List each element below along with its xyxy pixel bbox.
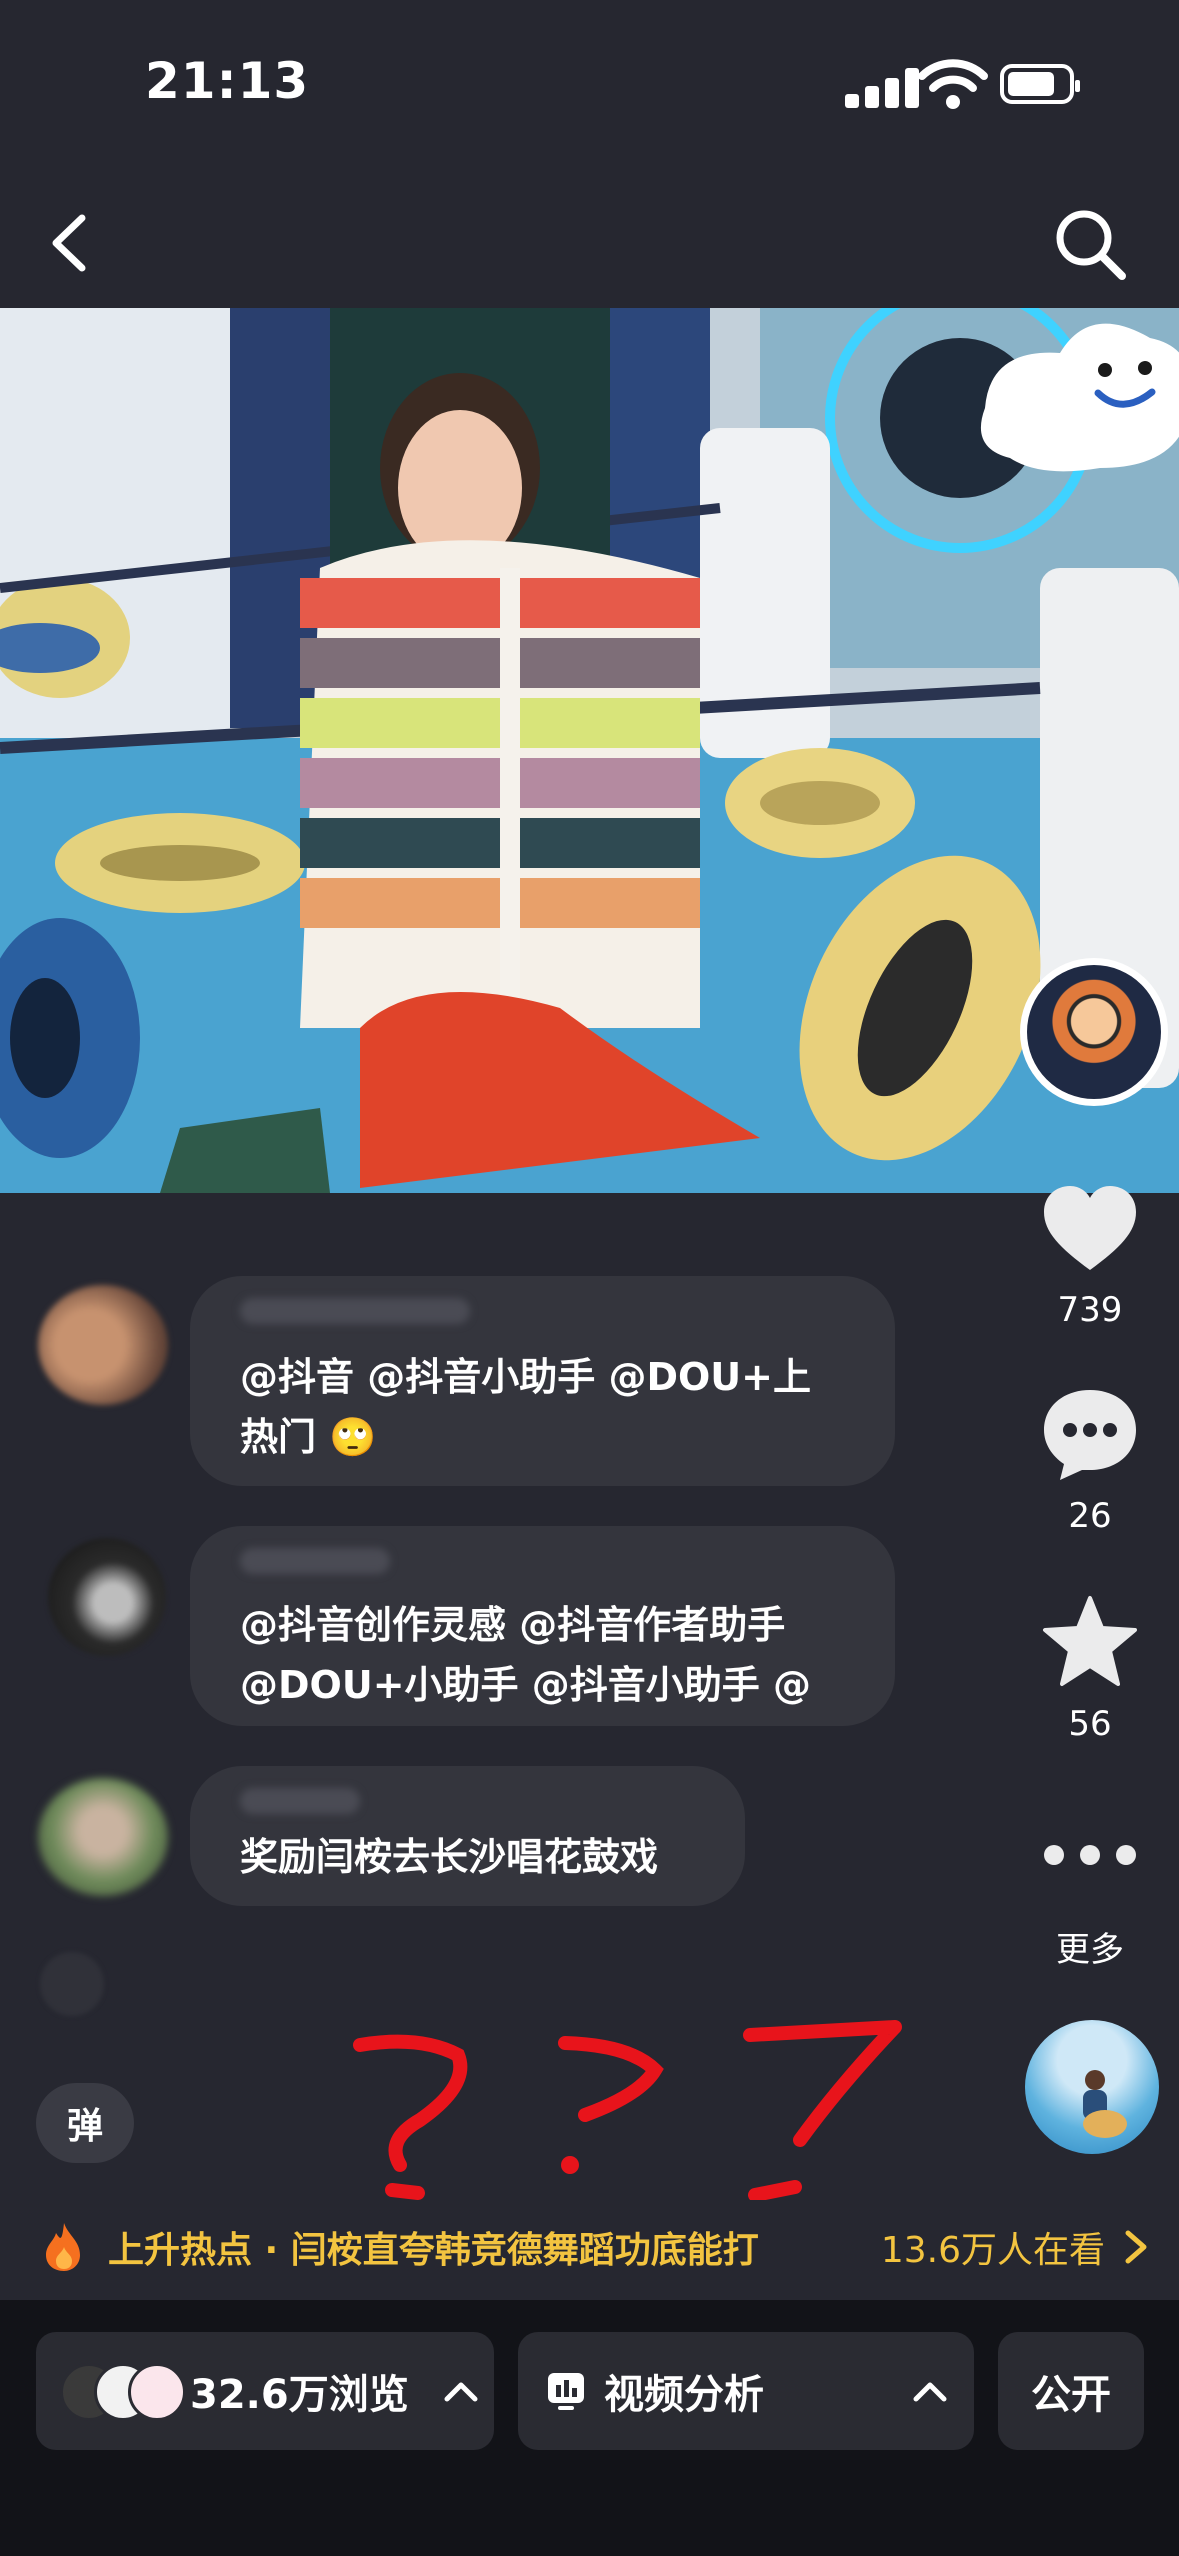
views-count: 32.6万浏览 bbox=[190, 2372, 409, 2418]
video-analysis-button[interactable]: 视频分析 bbox=[518, 2332, 974, 2450]
comment-avatar[interactable] bbox=[38, 1778, 168, 1896]
more-dots-icon[interactable] bbox=[1035, 1840, 1145, 1870]
like-icon[interactable] bbox=[1035, 1182, 1145, 1274]
comment-bubble[interactable]: @抖音创作灵感 @抖音作者助手 @DOU+小助手 @抖音小助手 @ bbox=[190, 1526, 895, 1726]
music-disc-avatar[interactable] bbox=[1025, 2020, 1159, 2154]
like-count: 739 bbox=[1057, 1290, 1123, 1330]
search-icon[interactable] bbox=[1050, 204, 1130, 284]
comment-username bbox=[240, 1788, 360, 1814]
fire-icon bbox=[46, 2223, 80, 2271]
video-player[interactable] bbox=[0, 308, 1179, 1193]
favorite-star-icon[interactable] bbox=[1035, 1594, 1145, 1690]
favorite-count: 56 bbox=[1068, 1704, 1112, 1744]
visibility-label: 公开 bbox=[1031, 2372, 1111, 2418]
viewer-avatars bbox=[60, 2363, 190, 2421]
comment-avatar[interactable] bbox=[38, 1285, 168, 1405]
wifi-icon bbox=[918, 59, 988, 109]
comment-username bbox=[240, 1548, 390, 1574]
comment-text-line: @抖音创作灵感 @抖音作者助手 bbox=[240, 1603, 786, 1647]
back-arrow-icon[interactable] bbox=[40, 208, 100, 278]
video-analysis-label: 视频分析 bbox=[604, 2372, 764, 2418]
comment-icon[interactable] bbox=[1035, 1386, 1145, 1482]
comment-text-line: 热门 🙄 bbox=[240, 1415, 377, 1459]
comment-bubble[interactable]: @抖音 @抖音小助手 @DOU+上 热门 🙄 bbox=[190, 1276, 895, 1486]
hot-topic-title: 上升热点 · 闫桉直夸韩竞德舞蹈功底能打 bbox=[108, 2230, 759, 2271]
chevron-up-icon bbox=[913, 2382, 947, 2402]
comment-text-line: @抖音 @抖音小助手 @DOU+上 bbox=[240, 1355, 812, 1399]
more-label[interactable]: 更多 bbox=[1025, 1922, 1155, 1971]
video-frame-image bbox=[0, 308, 1179, 1193]
analytics-icon bbox=[548, 2373, 584, 2410]
comment-text-line: @DOU+小助手 @抖音小助手 @ bbox=[240, 1663, 812, 1707]
comment-bubble[interactable]: 奖励闫桉去长沙唱花鼓戏 bbox=[190, 1766, 745, 1906]
comment-avatar[interactable] bbox=[40, 1952, 104, 2016]
views-button[interactable]: 32.6万浏览 bbox=[36, 2332, 494, 2450]
red-question-marks-annotation bbox=[353, 2020, 902, 2200]
hot-topic-viewers: 13.6万人在看 bbox=[880, 2230, 1105, 2271]
visibility-button[interactable]: 公开 bbox=[998, 2332, 1144, 2450]
battery-icon bbox=[1000, 64, 1080, 104]
chevron-right-icon bbox=[1125, 2230, 1147, 2264]
chevron-up-icon bbox=[444, 2382, 478, 2402]
creator-avatar[interactable] bbox=[1020, 958, 1168, 1106]
comment-username bbox=[240, 1298, 470, 1324]
status-time: 21:13 bbox=[145, 52, 310, 110]
comment-avatar[interactable] bbox=[48, 1538, 166, 1656]
danmu-toggle-button[interactable]: 弹 bbox=[36, 2083, 134, 2163]
comment-text-line: 奖励闫桉去长沙唱花鼓戏 bbox=[240, 1835, 659, 1879]
hot-topic-bar[interactable]: 上升热点 · 闫桉直夸韩竞德舞蹈功底能打 13.6万人在看 bbox=[40, 2217, 1150, 2277]
comment-count: 26 bbox=[1068, 1496, 1112, 1536]
